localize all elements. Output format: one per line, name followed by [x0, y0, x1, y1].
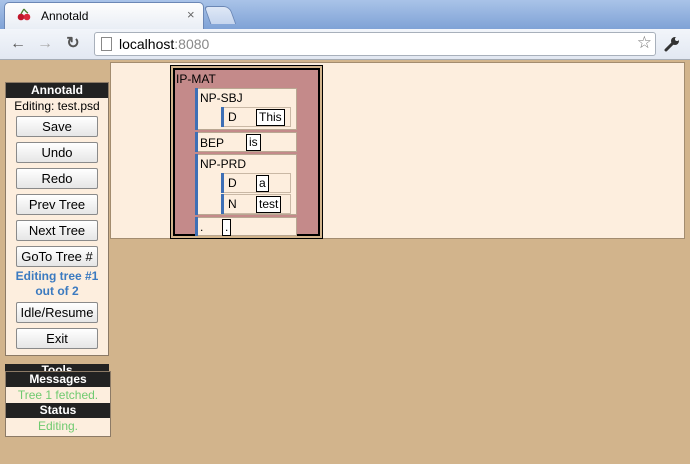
node-d-a[interactable]: D a — [221, 173, 291, 193]
reload-icon[interactable]: ↻ — [63, 34, 83, 54]
save-button[interactable]: Save — [16, 116, 98, 137]
editing-file-label: Editing: test.psd — [14, 99, 100, 113]
node-label-punct: . — [200, 220, 204, 234]
node-bar — [221, 173, 224, 193]
bookmark-star-icon[interactable]: ☆ — [637, 33, 652, 53]
word-is[interactable]: is — [246, 134, 261, 151]
exit-button[interactable]: Exit — [16, 328, 98, 349]
word-period[interactable]: . — [222, 219, 232, 236]
tab-annotald[interactable]: Annotald × — [4, 2, 204, 29]
tab-close-icon[interactable]: × — [187, 7, 195, 22]
node-label-d: D — [228, 110, 237, 124]
address-bar[interactable]: localhost:8080 ☆ — [94, 32, 656, 56]
forward-icon[interactable]: → — [35, 34, 55, 54]
redo-button[interactable]: Redo — [16, 168, 98, 189]
node-np-sbj[interactable]: NP-SBJ D This — [195, 88, 297, 130]
node-ip-mat[interactable]: IP-MAT NP-SBJ D This BEP is NP-PRD D a N… — [173, 68, 320, 236]
page-icon — [101, 37, 112, 51]
word-test[interactable]: test — [256, 196, 282, 213]
tab-title: Annotald — [41, 9, 89, 23]
status-text: Editing. — [37, 419, 79, 433]
goto-tree-button[interactable]: GoTo Tree # — [16, 246, 98, 267]
messages-panel: Messages Tree 1 fetched. Status Editing. — [5, 371, 111, 437]
node-bar — [195, 154, 198, 215]
node-label-bep: BEP — [200, 136, 225, 150]
node-bar — [195, 132, 198, 152]
node-bar — [221, 107, 224, 127]
node-bar — [195, 88, 198, 130]
node-label-n: N — [228, 197, 237, 211]
tree-status-line2: out of 2 — [35, 284, 79, 298]
node-label-ip-mat: IP-MAT — [176, 72, 216, 86]
messages-header: Messages — [6, 372, 110, 387]
node-bar — [221, 194, 224, 214]
messages-text: Tree 1 fetched. — [17, 388, 99, 402]
cherry-favicon-icon — [17, 8, 31, 21]
node-d-this[interactable]: D This — [221, 107, 291, 127]
tab-strip: Annotald × — [0, 0, 690, 29]
browser-toolbar: ← → ↻ localhost:8080 ☆ — [0, 29, 690, 60]
url-text: localhost:8080 — [119, 36, 210, 52]
back-icon[interactable]: ← — [8, 34, 28, 54]
tree-status: Editing tree #1 out of 2 — [6, 269, 108, 299]
node-np-prd[interactable]: NP-PRD D a N test — [195, 154, 297, 215]
node-label-np-sbj: NP-SBJ — [200, 91, 243, 105]
tree-root-container[interactable]: IP-MAT NP-SBJ D This BEP is NP-PRD D a N… — [170, 65, 323, 239]
node-n-test[interactable]: N test — [221, 194, 291, 214]
prev-tree-button[interactable]: Prev Tree — [16, 194, 98, 215]
new-tab-button[interactable] — [203, 6, 237, 24]
status-header: Status — [6, 403, 110, 418]
node-label-np-prd: NP-PRD — [200, 157, 247, 171]
control-panel-header: Annotald — [6, 83, 108, 98]
word-this[interactable]: This — [256, 109, 285, 126]
node-bar — [195, 217, 198, 236]
idle-resume-button[interactable]: Idle/Resume — [16, 302, 98, 323]
control-panel: Annotald Editing: test.psd Save Undo Red… — [5, 82, 109, 356]
next-tree-button[interactable]: Next Tree — [16, 220, 98, 241]
node-bep[interactable]: BEP is — [195, 132, 297, 152]
wrench-icon[interactable] — [662, 34, 682, 54]
undo-button[interactable]: Undo — [16, 142, 98, 163]
node-label-d: D — [228, 176, 237, 190]
node-punct[interactable]: . . — [195, 217, 297, 236]
tree-status-line1: Editing tree #1 — [15, 269, 99, 283]
editor-pane: IP-MAT NP-SBJ D This BEP is NP-PRD D a N… — [110, 62, 685, 239]
word-a[interactable]: a — [256, 175, 269, 192]
